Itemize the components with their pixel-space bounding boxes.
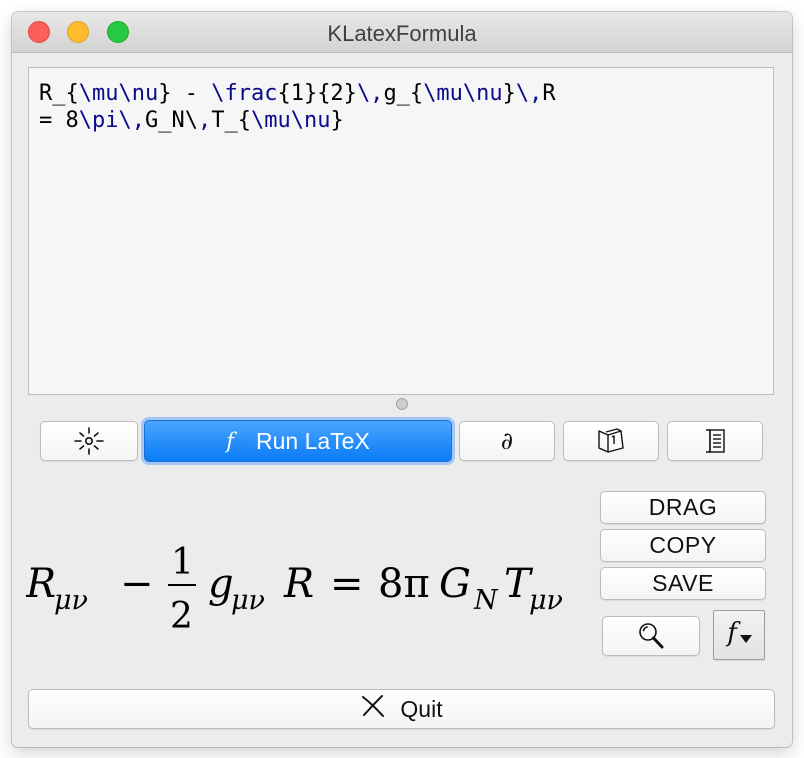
formula-G: G [439,561,471,607]
quit-label: Quit [400,695,443,722]
code-keyword: \pi\, [78,108,145,133]
latex-editor[interactable]: R_{\mu\nu} - \frac{1}{2}\,g_{\mu\nu}\,R =… [28,67,774,395]
code-text: g_{ [383,81,424,106]
formula-subscript-N: N [473,585,499,616]
run-latex-label: Run LaTeX [255,427,370,454]
splitter-handle[interactable] [396,398,408,410]
style-menu-button[interactable]: f [713,610,765,660]
formula-subscript-2: μν [231,585,265,616]
code-line-1: R_{\mu\nu} - \frac{1}{2}\,g_{\mu\nu}\,R [39,80,556,107]
code-text: } - [158,81,212,106]
code-keyword: \frac [211,81,278,106]
code-keyword: , [197,108,212,133]
symbols-button[interactable]: ∂ [459,421,555,461]
latex-code: R_{\mu\nu} - \frac{1}{2}\,g_{\mu\nu}\,R =… [39,80,556,134]
code-text: R [542,81,556,106]
formula-numerator: 1 [171,542,194,583]
code-keyword: \, [515,81,543,106]
settings-button[interactable] [667,421,763,461]
quit-button[interactable]: Quit [28,689,775,729]
formula-subscript-1: μν [54,585,88,616]
code-text: {1}{2} [277,81,357,106]
zoom-preview-button[interactable] [602,616,700,656]
code-text: G_N\ [144,108,198,133]
settings-list-icon [700,426,730,456]
window-title: KLatexFormula [327,21,477,46]
formula-subscript-3: μν [529,585,563,616]
drag-label: DRAG [648,494,718,520]
magnifier-icon [634,620,668,652]
formula-minus: − [120,561,154,607]
title-bar[interactable]: KLatexFormula [12,12,792,53]
code-keyword: \mu\nu [78,81,159,106]
code-text: R_{ [39,81,79,106]
formula-R-scalar: R [283,561,314,607]
formula-equals: = [330,561,364,607]
formula-preview[interactable]: R μν − 1 2 g μν R = 8π G N T μν [25,527,596,651]
copy-label: COPY [649,532,717,558]
code-text: } [330,108,344,133]
code-keyword: \, [356,81,384,106]
partial-icon: ∂ [500,427,514,455]
formula-denominator: 2 [170,596,193,637]
code-text: = 8 [39,108,79,133]
formula-eight-pi: 8π [378,561,430,607]
dropdown-arrow-icon [739,632,753,650]
function-icon: f [226,429,234,453]
sparkle-button[interactable] [40,421,138,461]
app-window: KLatexFormula R_{\mu\nu} - \frac{1}{2}\,… [12,12,792,747]
code-text: T_{ [211,108,251,133]
book-icon [594,426,628,456]
formula-R: R [26,561,56,607]
formula-g: g [208,561,234,607]
drag-button[interactable]: DRAG [600,491,766,524]
code-keyword: \mu\nu [250,108,331,133]
code-keyword: \mu\nu [423,81,503,106]
save-label: SAVE [652,570,714,596]
close-x-icon [360,694,400,724]
sparkle-icon [71,426,107,456]
style-function-icon: f [727,618,737,648]
run-latex-button[interactable]: f Run LaTeX [144,420,452,462]
save-button[interactable]: SAVE [600,567,766,600]
formula-render: R μν − 1 2 g μν R = 8π G N T μν [25,542,563,637]
library-button[interactable] [563,421,659,461]
code-line-2: = 8\pi\,G_N\,T_{\mu\nu} [39,107,556,134]
code-text: } [502,81,516,106]
copy-button[interactable]: COPY [600,529,766,562]
